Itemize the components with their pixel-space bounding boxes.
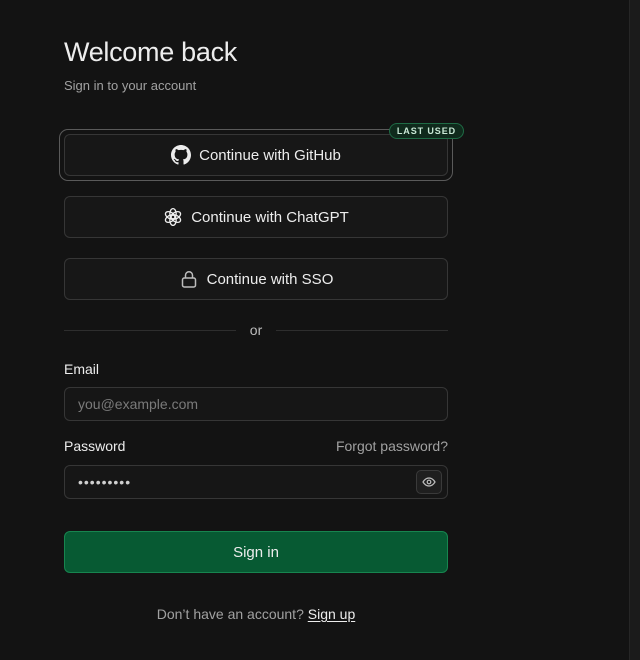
page-subtitle: Sign in to your account — [64, 78, 197, 93]
divider-text: or — [249, 322, 263, 338]
lock-icon — [179, 269, 199, 289]
signup-prompt-text: Don’t have an account? — [156, 606, 304, 622]
continue-with-chatgpt-button[interactable]: Continue with ChatGPT — [64, 196, 448, 238]
sign-up-link[interactable]: Sign up — [308, 606, 355, 622]
github-icon — [171, 145, 192, 165]
divider-line-right — [276, 329, 449, 331]
password-label: Password — [64, 438, 126, 454]
email-label: Email — [64, 361, 100, 377]
email-input[interactable] — [64, 387, 448, 421]
password-input[interactable] — [64, 465, 448, 499]
forgot-password-link[interactable]: Forgot password? — [336, 437, 448, 455]
chatgpt-icon — [163, 207, 183, 227]
sign-in-button[interactable]: Sign in — [64, 531, 448, 573]
login-page: Welcome back Sign in to your account Con… — [0, 0, 640, 660]
github-button-label: Continue with GitHub — [199, 146, 341, 164]
last-used-badge: LAST USED — [388, 123, 464, 139]
scrollbar-track[interactable] — [629, 0, 640, 660]
continue-with-github-button[interactable]: Continue with GitHub — [64, 134, 448, 176]
divider-line-left — [64, 329, 236, 331]
continue-with-sso-button[interactable]: Continue with SSO — [64, 258, 448, 300]
eye-icon — [422, 477, 436, 487]
or-divider: or — [64, 321, 449, 339]
show-password-button[interactable] — [416, 470, 442, 494]
sso-button-label: Continue with SSO — [206, 270, 334, 288]
signup-prompt: Don’t have an account? Sign up — [64, 605, 448, 623]
page-title: Welcome back — [64, 37, 237, 67]
chatgpt-button-label: Continue with ChatGPT — [191, 208, 349, 226]
